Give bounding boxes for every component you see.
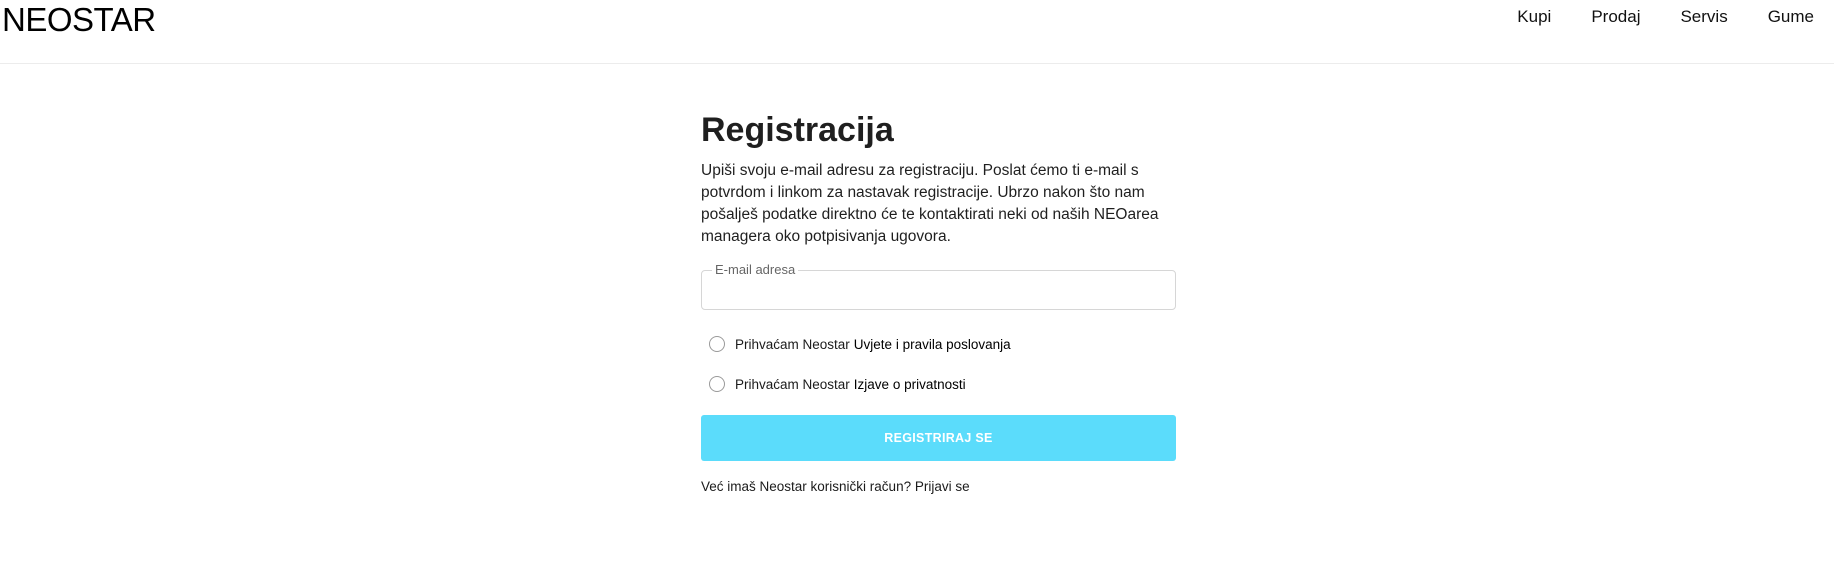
- login-link[interactable]: Prijavi se: [915, 479, 970, 494]
- registration-form: Registracija Upiši svoju e-mail adresu z…: [701, 110, 1176, 496]
- nav-item-kupi[interactable]: Kupi: [1517, 6, 1551, 28]
- email-input[interactable]: [702, 271, 1175, 309]
- main-nav: Kupi Prodaj Servis Gume: [1477, 6, 1814, 28]
- terms-radio[interactable]: [709, 336, 725, 352]
- nav-item-prodaj[interactable]: Prodaj: [1591, 6, 1640, 28]
- login-prompt: Već imaš Neostar korisnički račun? Prija…: [701, 478, 1176, 496]
- terms-checkbox-row[interactable]: Prihvaćam Neostar Uvjete i pravila poslo…: [701, 334, 1176, 354]
- site-header: NEOSTAR Kupi Prodaj Servis Gume: [0, 0, 1834, 64]
- privacy-prefix: Prihvaćam Neostar: [735, 376, 850, 392]
- terms-link[interactable]: Uvjete i pravila poslovanja: [854, 337, 1011, 352]
- page-title: Registracija: [701, 111, 894, 149]
- neostar-logo[interactable]: NEOSTAR: [2, 2, 156, 38]
- privacy-link[interactable]: Izjave o privatnosti: [854, 377, 966, 392]
- login-prompt-text: Već imaš Neostar korisnički račun?: [701, 479, 912, 494]
- terms-prefix: Prihvaćam Neostar: [735, 336, 850, 352]
- nav-item-gume[interactable]: Gume: [1768, 6, 1814, 28]
- register-button[interactable]: REGISTRIRAJ SE: [701, 415, 1176, 461]
- privacy-checkbox-row[interactable]: Prihvaćam Neostar Izjave o privatnosti: [701, 374, 1176, 394]
- privacy-radio[interactable]: [709, 376, 725, 392]
- email-field[interactable]: E-mail adresa: [701, 262, 1176, 310]
- nav-item-servis[interactable]: Servis: [1680, 6, 1727, 28]
- registration-description: Upiši svoju e-mail adresu za registracij…: [701, 162, 1159, 245]
